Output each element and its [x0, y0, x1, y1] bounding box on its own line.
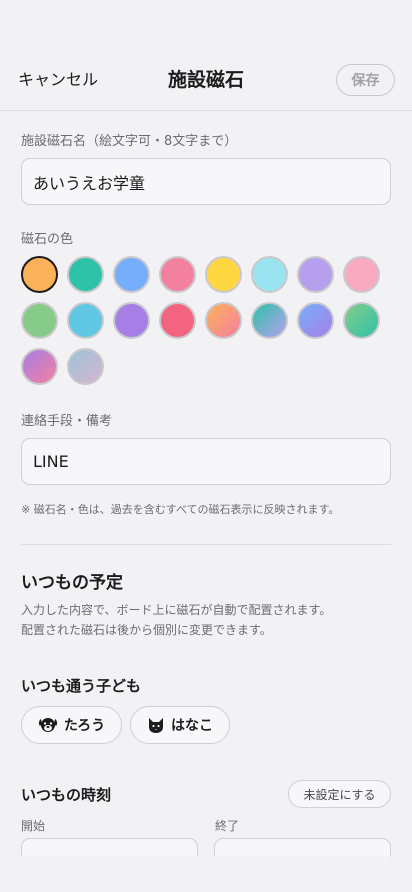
divider [21, 544, 391, 545]
color-swatch[interactable] [67, 302, 104, 339]
color-swatch[interactable] [113, 256, 150, 293]
end-time-label: 終了 [215, 819, 240, 833]
color-swatch[interactable] [343, 302, 380, 339]
schedule-section-title: いつもの予定 [21, 573, 123, 593]
color-swatch[interactable] [297, 256, 334, 293]
child-chip-taro[interactable]: たろう [21, 706, 122, 744]
name-field-label: 施設磁石名（絵文字可・8文字まで） [21, 134, 238, 149]
cat-face-icon [147, 717, 165, 734]
schedule-description-line1: 入力した内容で、ボード上に磁石が自動で配置されます。 [21, 603, 332, 617]
child-name: はなこ [171, 718, 213, 734]
unset-time-button[interactable]: 未設定にする [288, 780, 391, 808]
time-section-title: いつもの時刻 [21, 786, 112, 804]
child-name: たろう [63, 718, 106, 734]
color-swatch[interactable] [205, 256, 242, 293]
color-swatch[interactable] [205, 302, 242, 339]
children-section-title: いつも通う子ども [21, 677, 142, 695]
color-swatch[interactable] [67, 348, 104, 385]
color-swatch[interactable] [297, 302, 334, 339]
color-swatch[interactable] [159, 256, 196, 293]
dog-face-icon [38, 716, 58, 734]
color-swatch[interactable] [251, 302, 288, 339]
color-swatch[interactable] [343, 256, 380, 293]
bottom-fade [0, 856, 412, 892]
color-swatch[interactable] [21, 256, 58, 293]
start-time-label: 開始 [21, 819, 46, 833]
schedule-description-line2: 配置された磁石は後から個別に変更できます。 [21, 623, 272, 637]
save-button[interactable]: 保存 [336, 64, 395, 96]
color-swatch[interactable] [21, 348, 58, 385]
color-swatch[interactable] [67, 256, 104, 293]
note-text: ※ 磁石名・色は、過去を含むすべての磁石表示に反映されます。 [21, 503, 340, 516]
color-swatch[interactable] [113, 302, 150, 339]
contact-field-label: 連絡手段・備考 [21, 414, 113, 429]
color-swatch[interactable] [21, 302, 58, 339]
child-chip-hanako[interactable]: はなこ [130, 706, 230, 744]
color-swatch[interactable] [251, 256, 288, 293]
color-section-label: 磁石の色 [21, 232, 74, 247]
navigation-header: キャンセル 施設磁石 保存 [0, 0, 412, 111]
magnet-name-input[interactable]: あいうえお学童 [21, 158, 391, 205]
contact-input[interactable]: LINE [21, 438, 391, 485]
color-swatch[interactable] [159, 302, 196, 339]
